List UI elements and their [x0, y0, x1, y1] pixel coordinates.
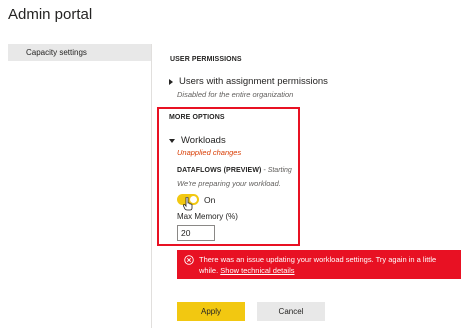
- dataflows-status: - Starting: [261, 167, 292, 174]
- more-options-heading: MORE OPTIONS: [169, 114, 225, 121]
- users-assignment-subtext: Disabled for the entire organization: [177, 90, 294, 99]
- dataflows-name: DATAFLOWS (PREVIEW): [177, 167, 262, 174]
- hand-pointer-icon: [183, 197, 193, 211]
- chevron-right-icon: [169, 78, 173, 85]
- preparing-workload-text: We're preparing your workload.: [177, 179, 281, 188]
- user-permissions-heading: USER PERMISSIONS: [170, 56, 242, 63]
- error-banner: There was an issue updating your workloa…: [177, 250, 461, 279]
- nav-divider: [151, 44, 152, 328]
- workloads-expander[interactable]: Workloads: [169, 135, 226, 146]
- dataflows-line: DATAFLOWS (PREVIEW) - Starting: [177, 167, 292, 174]
- workloads-label: Workloads: [181, 135, 226, 146]
- error-circle-icon: [184, 255, 194, 265]
- app-title: Admin portal: [8, 6, 93, 23]
- unapplied-changes-text: Unapplied changes: [177, 148, 242, 157]
- toggle-label: On: [204, 195, 216, 205]
- users-assignment-label: Users with assignment permissions: [179, 76, 328, 87]
- sidebar-item-capacity-settings[interactable]: Capacity settings: [8, 44, 152, 61]
- max-memory-input[interactable]: [177, 225, 215, 241]
- apply-button[interactable]: Apply: [177, 302, 245, 321]
- max-memory-label: Max Memory (%): [177, 212, 238, 221]
- chevron-down-icon: [169, 138, 175, 143]
- users-assignment-expander[interactable]: Users with assignment permissions: [169, 76, 328, 87]
- left-nav: Capacity settings: [0, 44, 152, 328]
- cancel-button[interactable]: Cancel: [257, 302, 325, 321]
- show-technical-details-link[interactable]: Show technical details: [220, 266, 294, 275]
